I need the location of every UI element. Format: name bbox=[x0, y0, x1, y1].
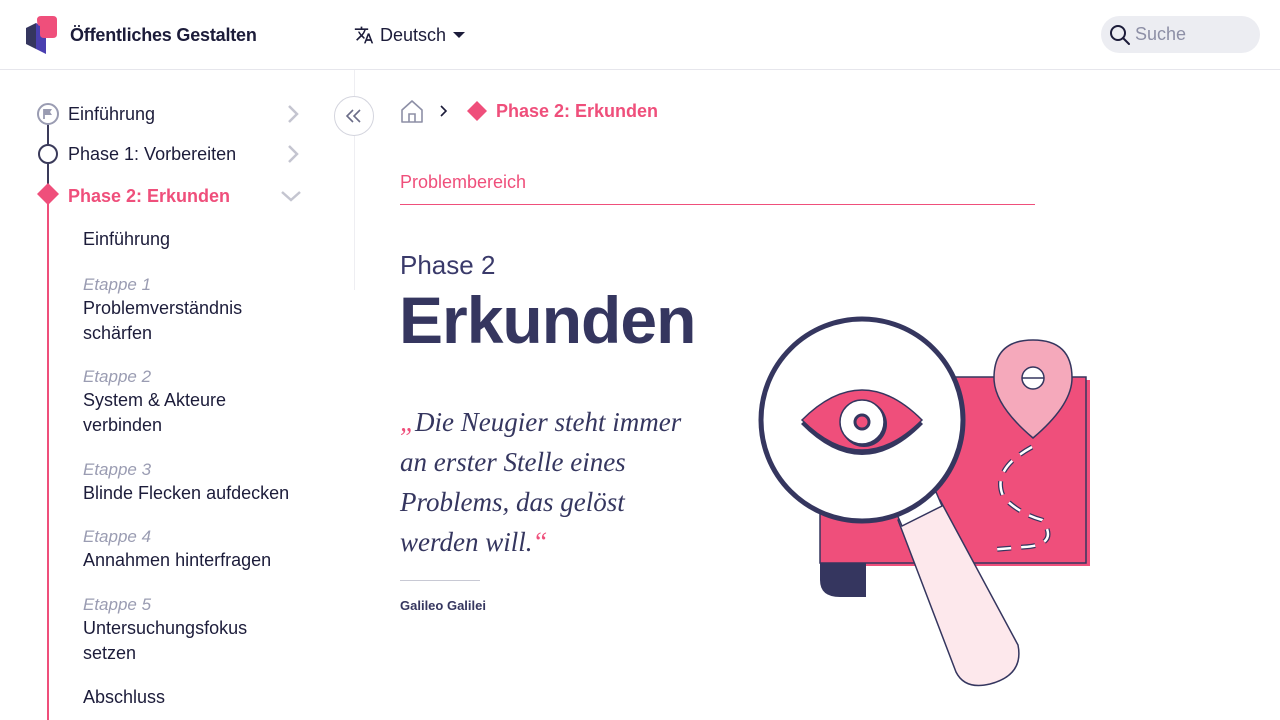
sidebar-item-step: Etappe 1 bbox=[83, 275, 152, 294]
search-input[interactable] bbox=[1135, 24, 1245, 45]
chevron-right-icon bbox=[288, 145, 299, 163]
home-icon[interactable] bbox=[400, 99, 424, 123]
breadcrumb: Phase 2: Erkunden bbox=[400, 98, 658, 124]
sidebar-item-etappe-2[interactable]: Etappe 2 System & Akteure verbinden bbox=[83, 366, 313, 438]
breadcrumb-current-label: Phase 2: Erkunden bbox=[496, 100, 659, 121]
search-box[interactable] bbox=[1101, 16, 1260, 53]
double-chevron-left-icon bbox=[345, 109, 361, 123]
sidebar-item-title: Problemverständnis schärfen bbox=[83, 298, 243, 343]
sidebar-item-etappe-5[interactable]: Etappe 5 Untersuchungsfokus setzen bbox=[83, 594, 313, 666]
sidebar-item-conclusion[interactable]: Abschluss bbox=[83, 685, 313, 710]
search-icon bbox=[1110, 24, 1130, 45]
sidebar-item-intro[interactable]: Einführung bbox=[83, 227, 313, 252]
sidebar-phase-label: Einführung bbox=[68, 103, 156, 124]
diamond-icon bbox=[37, 183, 59, 205]
sidebar-item-etappe-1[interactable]: Etappe 1 Problemverständnis schärfen bbox=[83, 274, 313, 346]
step-circle-icon bbox=[38, 144, 58, 164]
page-title: Erkunden bbox=[399, 283, 696, 357]
app-logo-icon[interactable] bbox=[22, 16, 58, 54]
section-divider bbox=[400, 204, 1035, 205]
phase-subtitle: Phase 2 bbox=[400, 250, 496, 280]
caret-down-icon bbox=[453, 32, 466, 38]
brand-title[interactable]: Öffentliches Gestalten bbox=[70, 25, 257, 46]
top-header: Öffentliches Gestalten Deutsch bbox=[0, 0, 1280, 70]
sidebar-item-etappe-4[interactable]: Etappe 4 Annahmen hinterfragen bbox=[83, 526, 313, 573]
collapse-sidebar-button[interactable] bbox=[334, 96, 374, 136]
flag-icon bbox=[37, 103, 59, 125]
sidebar-phase-2[interactable]: Phase 2: Erkunden bbox=[36, 181, 316, 211]
chevron-right-icon bbox=[440, 105, 448, 117]
timeline-line-active bbox=[47, 203, 49, 720]
magnifier-eye-illustration bbox=[758, 316, 1090, 687]
breadcrumb-current[interactable]: Phase 2: Erkunden bbox=[466, 100, 658, 122]
chevron-right-icon bbox=[288, 105, 299, 123]
quote-block: „Die Neugier steht immer an erster Stell… bbox=[400, 402, 700, 562]
sidebar-item-title: Annahmen hinterfragen bbox=[83, 550, 272, 570]
sidebar-phase-label: Phase 1: Vorbereiten bbox=[68, 143, 237, 164]
sidebar-item-step: Etappe 5 bbox=[83, 595, 152, 614]
quote-open-mark: „ bbox=[400, 407, 416, 437]
sidebar-item-title: Blinde Flecken aufdecken bbox=[83, 483, 290, 503]
quote-divider bbox=[400, 580, 480, 581]
sidebar-item-step: Etappe 4 bbox=[83, 527, 152, 546]
sidebar-phase-intro[interactable]: Einführung bbox=[36, 99, 316, 129]
sidebar-item-step: Etappe 3 bbox=[83, 460, 152, 479]
chevron-down-icon bbox=[281, 191, 301, 202]
language-selector[interactable]: Deutsch bbox=[354, 22, 466, 48]
section-label: Problembereich bbox=[400, 172, 527, 192]
quote-close-mark: “ bbox=[532, 527, 548, 557]
diamond-icon bbox=[467, 101, 487, 121]
sidebar-item-title: Untersuchungsfokus setzen bbox=[83, 618, 248, 663]
sidebar-item-title: System & Akteure verbinden bbox=[83, 390, 227, 435]
sidebar-phase-label-active: Phase 2: Erkunden bbox=[68, 185, 231, 206]
sidebar-item-step: Etappe 2 bbox=[83, 367, 152, 386]
translate-icon bbox=[354, 26, 374, 44]
sidebar-item-title: Abschluss bbox=[83, 687, 166, 707]
quote-author: Galileo Galilei bbox=[400, 598, 486, 613]
sidebar-phase-1[interactable]: Phase 1: Vorbereiten bbox=[36, 139, 316, 169]
sidebar-item-title: Einführung bbox=[83, 229, 171, 249]
language-label: Deutsch bbox=[380, 24, 447, 45]
sidebar-item-etappe-3[interactable]: Etappe 3 Blinde Flecken aufdecken bbox=[83, 459, 313, 506]
